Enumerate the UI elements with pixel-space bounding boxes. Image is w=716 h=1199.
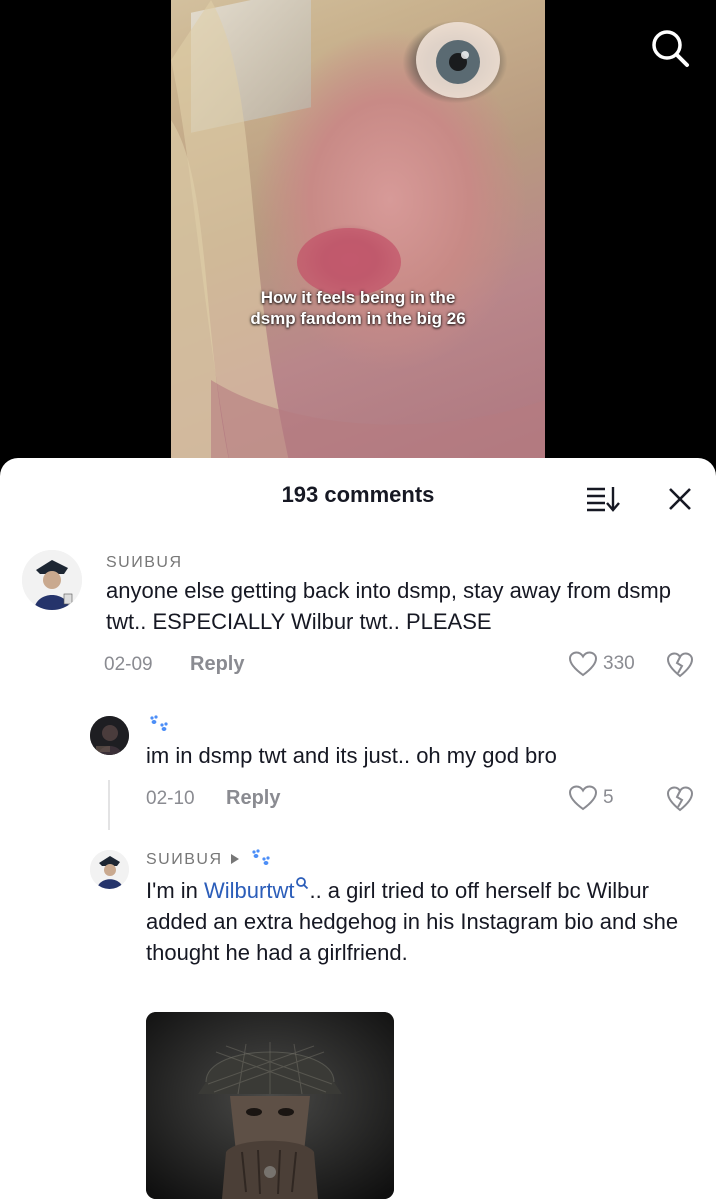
video-caption: How it feels being in the dsmp fandom in… — [171, 287, 545, 329]
avatar-image — [90, 716, 129, 755]
reply-arrow-icon — [229, 851, 241, 867]
hashtag-text: Wilburtwt — [204, 878, 295, 903]
video-face-art — [171, 0, 545, 470]
sort-button[interactable] — [585, 483, 621, 513]
comment-username[interactable]: SUИBUЯ — [146, 851, 223, 869]
avatar[interactable] — [90, 716, 129, 755]
paw-prints-icon-glyph — [252, 849, 270, 865]
broken-heart-icon — [666, 786, 694, 812]
search-button[interactable] — [648, 26, 692, 70]
close-icon — [669, 488, 691, 510]
like-count: 330 — [603, 653, 635, 674]
avatar[interactable] — [22, 550, 82, 610]
heart-icon — [568, 651, 598, 677]
comment-attached-image[interactable] — [146, 1012, 394, 1199]
soldier-image — [146, 1012, 394, 1199]
dislike-button[interactable] — [666, 785, 694, 813]
comment-text-part: I'm in — [146, 878, 204, 903]
comment-username[interactable]: SUИBUЯ — [106, 554, 183, 572]
comment-text: I'm in Wilburtwt.. a girl tried to off h… — [146, 875, 696, 968]
video-player[interactable]: How it feels being in the dsmp fandom in… — [0, 0, 716, 470]
search-icon — [652, 30, 689, 67]
hashtag-link[interactable]: Wilburtwt — [204, 876, 309, 903]
comment-text: anyone else getting back into dsmp, stay… — [106, 578, 671, 634]
comment-date: 02-10 — [146, 788, 195, 809]
like-button[interactable]: 330 — [568, 650, 650, 678]
reply-button[interactable]: Reply — [190, 653, 244, 676]
comments-sheet: 193 comments SUИBUЯ anyone else getting … — [0, 458, 716, 1199]
comment-date: 02-09 — [104, 654, 153, 675]
video-frame: How it feels being in the dsmp fandom in… — [171, 0, 545, 470]
caption-line-1: How it feels being in the — [260, 288, 456, 307]
caption-line-2: dsmp fandom in the big 26 — [250, 309, 466, 328]
like-count: 5 — [603, 787, 614, 808]
paw-prints-icon[interactable] — [146, 714, 172, 734]
paw-prints-icon[interactable] — [248, 848, 274, 868]
reply-button[interactable]: Reply — [226, 787, 280, 810]
heart-icon — [568, 785, 598, 811]
dislike-button[interactable] — [666, 651, 694, 679]
close-button[interactable] — [664, 483, 696, 515]
like-button[interactable]: 5 — [568, 784, 618, 812]
thread-line — [108, 780, 110, 830]
broken-heart-icon — [666, 652, 694, 678]
comment-text: im in dsmp twt and its just.. oh my god … — [146, 743, 557, 768]
caret-right-icon — [231, 854, 239, 864]
search-hint-icon — [296, 876, 309, 889]
avatar-image — [22, 550, 82, 610]
avatar[interactable] — [90, 850, 129, 889]
avatar-image — [90, 850, 129, 889]
sort-icon — [587, 487, 620, 512]
paw-prints-icon-glyph — [150, 715, 168, 731]
